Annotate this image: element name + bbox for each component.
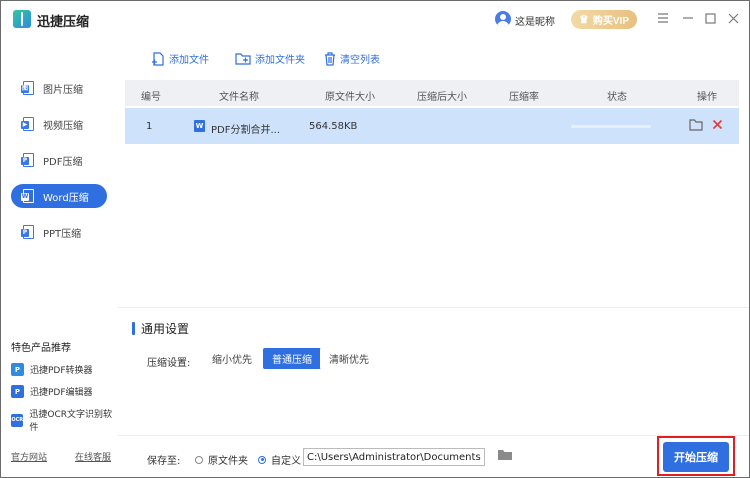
menu-icon[interactable] [655, 10, 671, 26]
recommend-title: 特色产品推荐 [11, 343, 71, 354]
settings-section-title: 通用设置 [132, 320, 189, 337]
column-header: 状态 [607, 92, 627, 103]
compress-setting-label: 压缩设置: [147, 358, 191, 369]
option-normal-compress[interactable]: 普通压缩 [263, 348, 321, 369]
radio-dot [195, 455, 203, 464]
sidebar-item-label: PPT压缩 [43, 228, 82, 240]
app-window: 迅捷压缩 这是昵称 ♛ 购买VIP 图 图片压缩 ▶ 视频压缩 P PDF压缩 … [0, 0, 750, 478]
sidebar-item-ppt-compress[interactable]: P PPT压缩 [11, 220, 107, 244]
start-compress-button[interactable]: 开始压缩 [663, 442, 729, 472]
video-icon: ▶ [21, 117, 35, 131]
add-folder-button[interactable]: 添加文件夹 [235, 51, 305, 66]
word-file-icon: W [194, 120, 205, 132]
sidebar-item-word-compress[interactable]: W Word压缩 [11, 184, 107, 208]
radio-dot [258, 455, 266, 464]
sidebar-item-label: Word压缩 [43, 192, 89, 204]
browse-folder-icon[interactable] [497, 448, 513, 461]
add-file-icon [152, 51, 164, 66]
sidebar-item-video-compress[interactable]: ▶ 视频压缩 [11, 112, 107, 136]
pdf-converter-icon: P [11, 363, 24, 376]
bottom-bar: 保存至: 原文件夹 自定义 开始压缩 [117, 435, 749, 477]
official-site-link[interactable]: 官方网站 [11, 450, 47, 463]
recommend-ocr[interactable]: OCR 迅捷OCR文字识别软件 [11, 407, 117, 433]
recommend-pdf-editor[interactable]: P 迅捷PDF编辑器 [11, 385, 93, 398]
ppt-icon: P [21, 225, 35, 239]
buy-vip-button[interactable]: ♛ 购买VIP [571, 10, 637, 29]
column-header: 编号 [141, 92, 161, 103]
column-header: 压缩率 [509, 92, 539, 103]
sidebar-item-label: 视频压缩 [43, 120, 83, 132]
section-accent-bar [132, 322, 135, 335]
recommend-pdf-converter[interactable]: P 迅捷PDF转换器 [11, 363, 93, 376]
column-header: 文件名称 [219, 92, 259, 103]
user-nickname[interactable]: 这是昵称 [515, 13, 555, 28]
save-path-input[interactable] [303, 448, 485, 466]
status-progress-bar [571, 125, 651, 128]
title-bar: 迅捷压缩 这是昵称 ♛ 购买VIP [1, 1, 749, 37]
save-to-label: 保存至: [147, 456, 181, 467]
ocr-icon: OCR [11, 413, 24, 427]
column-header: 操作 [697, 92, 717, 103]
file-table-header: 编号 文件名称 原文件大小 压缩后大小 压缩率 状态 操作 [125, 80, 739, 106]
option-clarity-first[interactable]: 清晰优先 [320, 348, 378, 369]
trash-icon [325, 51, 335, 66]
radio-original-folder[interactable]: 原文件夹 [195, 452, 248, 467]
image-icon: 图 [21, 81, 35, 95]
column-header: 压缩后大小 [417, 92, 467, 103]
clear-list-button[interactable]: 清空列表 [324, 51, 380, 66]
main-panel: 添加文件 添加文件夹 清空列表 编号 文件名称 原文件大小 压缩后大小 压缩率 … [117, 37, 749, 477]
word-icon: W [21, 189, 35, 203]
table-row[interactable]: 1 W PDF分割合并... 564.58KB [125, 108, 739, 144]
radio-custom-folder[interactable]: 自定义 [258, 452, 301, 467]
user-avatar[interactable] [495, 11, 511, 27]
open-folder-icon[interactable] [689, 119, 703, 131]
sidebar-item-label: PDF压缩 [43, 156, 83, 168]
settings-divider [117, 307, 749, 308]
sidebar: 图 图片压缩 ▶ 视频压缩 P PDF压缩 W Word压缩 P PPT压缩 特… [1, 37, 117, 477]
column-header: 原文件大小 [325, 92, 375, 103]
maximize-icon[interactable] [702, 10, 718, 26]
add-file-button[interactable]: 添加文件 [151, 51, 209, 66]
close-window-icon[interactable] [725, 10, 741, 26]
delete-row-icon[interactable] [712, 119, 723, 130]
vip-crown-icon: ♛ [579, 14, 589, 26]
pdf-editor-icon: P [11, 385, 24, 398]
add-folder-icon [235, 53, 251, 65]
app-title: 迅捷压缩 [37, 15, 90, 30]
pdf-icon: P [21, 153, 35, 167]
row-file-name: PDF分割合并... [211, 125, 281, 136]
row-original-size: 564.58KB [309, 121, 358, 132]
row-index: 1 [146, 121, 153, 132]
buy-vip-label: 购买VIP [592, 16, 629, 27]
option-shrink-first[interactable]: 缩小优先 [203, 348, 261, 369]
sidebar-item-label: 图片压缩 [43, 84, 83, 96]
sidebar-item-image-compress[interactable]: 图 图片压缩 [11, 76, 107, 100]
minimize-icon[interactable] [680, 10, 696, 26]
app-logo-icon [13, 10, 31, 28]
online-support-link[interactable]: 在线客服 [75, 450, 111, 463]
sidebar-item-pdf-compress[interactable]: P PDF压缩 [11, 148, 107, 172]
